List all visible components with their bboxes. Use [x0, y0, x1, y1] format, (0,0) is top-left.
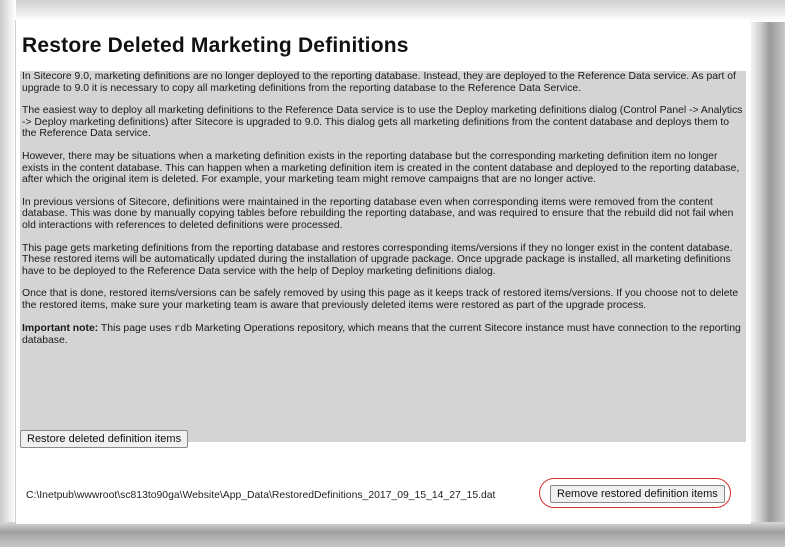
remove-restored-items-button[interactable]: Remove restored definition items [550, 485, 725, 503]
top-shadow [0, 0, 785, 22]
description-block: In Sitecore 9.0, marketing definitions a… [20, 71, 746, 442]
left-shadow [0, 0, 16, 547]
page-title: Restore Deleted Marketing Definitions [22, 34, 409, 57]
paragraph-previous-versions: In previous versions of Sitecore, defini… [22, 196, 734, 231]
paragraph-removal: Once that is done, restored items/versio… [22, 288, 739, 311]
important-note-code: rdb [174, 323, 193, 335]
paragraph-page-function: This page gets marketing definitions fro… [22, 242, 733, 277]
important-note-label: Important note: [22, 322, 99, 334]
important-note-text-before: This page uses [98, 322, 175, 334]
important-note: Important note: This page uses rdb Marke… [20, 323, 746, 347]
restored-definitions-file-path: C:\Inetpub\wwwroot\sc813to90ga\Website\A… [26, 490, 496, 501]
paragraph-intro: In Sitecore 9.0, marketing definitions a… [22, 71, 736, 94]
page-panel: Restore Deleted Marketing Definitions In… [15, 20, 751, 524]
bottom-shadow [0, 522, 785, 547]
restore-deleted-items-button[interactable]: Restore deleted definition items [20, 430, 189, 448]
paragraph-missing-items: However, there may be situations when a … [22, 150, 740, 186]
paragraph-deploy-dialog: The easiest way to deploy all marketing … [22, 105, 743, 140]
